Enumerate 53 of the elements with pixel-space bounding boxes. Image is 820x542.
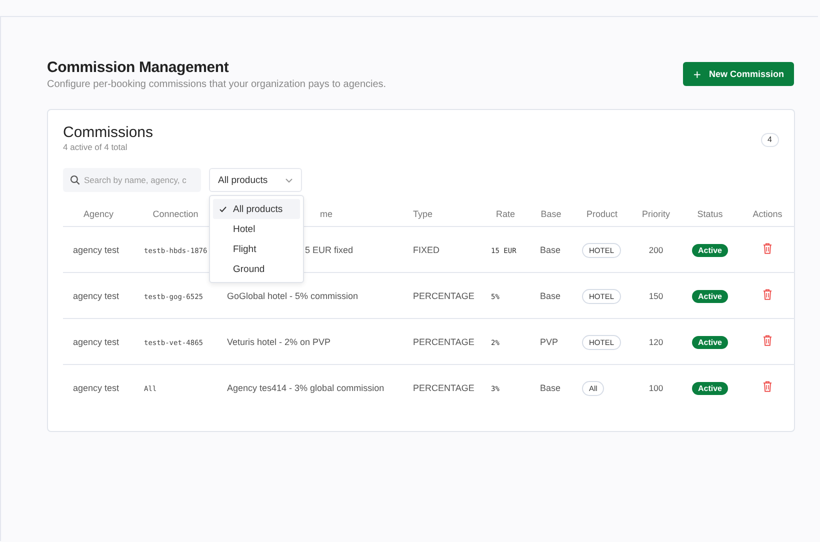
column-header: me [320,209,333,219]
card-subtitle: 4 active of 4 total [63,142,128,152]
search-field[interactable]: Search by name, agency, c [63,168,201,192]
base-cell: PVP [540,336,558,346]
trash-icon[interactable] [763,381,772,392]
check-icon [219,206,227,213]
search-icon [70,175,80,185]
trash-icon[interactable] [763,335,772,346]
type-cell: PERCENTAGE [413,382,474,392]
status-badge: Active [692,336,728,348]
dropdown-option[interactable]: All products [213,199,300,219]
dropdown-option[interactable]: Flight [213,239,300,259]
column-header: Priority [642,209,670,219]
type-cell: PERCENTAGE [413,336,474,346]
priority-cell: 200 [648,244,664,254]
column-header: Base [540,209,562,219]
priority-cell: 120 [648,336,664,346]
trash-icon[interactable] [763,289,772,300]
product-select[interactable]: All products [209,168,302,192]
column-header: Type [413,209,433,219]
status-badge: Active [692,244,728,256]
agency-cell: agency test [73,244,120,254]
name-cell: Agency tes414 - 3% global commission [227,382,384,392]
column-header: Connection [152,209,198,219]
count-badge: 4 [760,133,779,147]
status-badge: Active [692,290,728,302]
base-cell: Base [540,382,561,392]
name-cell: GoGlobal hotel - 5% commission [227,290,358,300]
base-cell: Base [540,290,561,300]
trash-icon[interactable] [763,243,772,254]
status-badge: Active [692,382,728,394]
column-header: Rate [496,209,515,219]
page-subtitle: Configure per-booking commissions that your organization pays to agencies. [47,79,386,90]
dropdown-option[interactable]: Ground [213,259,300,279]
type-cell: FIXED [413,244,440,254]
dropdown-option[interactable]: Hotel [213,219,300,239]
agency-cell: agency test [73,382,120,392]
card-title: Commissions [63,124,154,141]
page-title: Commission Management [47,59,230,76]
chevron-icon [285,178,293,182]
agency-cell: agency test [73,290,120,300]
base-cell: Base [540,244,561,254]
type-cell: PERCENTAGE [413,290,474,300]
priority-cell: 100 [648,382,664,392]
name-cell: 5 EUR fixed [305,244,354,254]
column-header: Product [586,209,618,219]
priority-cell: 150 [648,290,664,300]
new-commission-button[interactable]: + New Commission [683,62,794,86]
column-header: Actions [752,209,782,219]
agency-cell: agency test [73,336,120,346]
name-cell: Veturis hotel - 2% on PVP [227,336,331,346]
column-header: Status [697,209,723,219]
column-header: Agency [83,209,114,219]
